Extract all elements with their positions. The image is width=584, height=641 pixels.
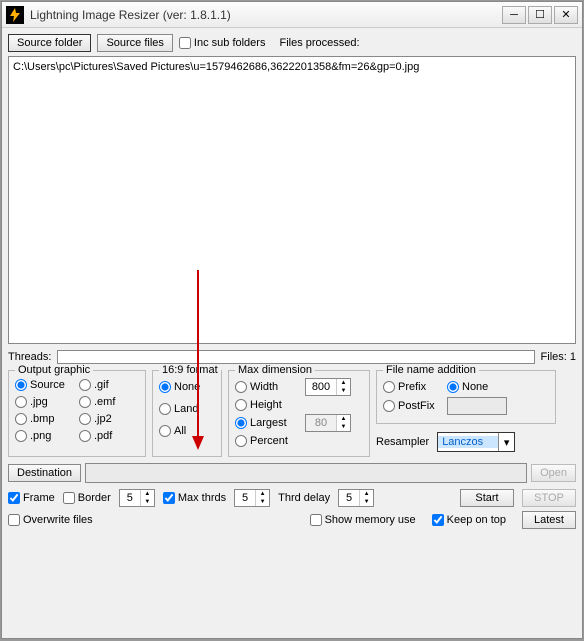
showmem-checkbox[interactable]: Show memory use	[310, 514, 416, 526]
maxdim-percent-radio[interactable]: Percent	[235, 435, 299, 447]
app-icon	[6, 6, 24, 24]
destination-input[interactable]	[85, 463, 527, 483]
file-list-item[interactable]: C:\Users\pc\Pictures\Saved Pictures\u=15…	[13, 61, 571, 73]
files-count-label: Files: 1	[541, 351, 576, 363]
format-none-radio[interactable]: None	[159, 381, 215, 393]
overwrite-checkbox[interactable]: Overwrite files	[8, 514, 93, 526]
output-jpg-radio[interactable]: .jpg	[15, 396, 75, 408]
maxdim-height-radio[interactable]: Height	[235, 399, 299, 411]
resampler-label: Resampler	[376, 436, 429, 448]
frame-val-spinner[interactable]: ▲▼	[119, 489, 155, 507]
app-window: Lightning Image Resizer (ver: 1.8.1.1) ─…	[1, 1, 583, 639]
maxthrds-spinner[interactable]: ▲▼	[234, 489, 270, 507]
source-folder-button[interactable]: Source folder	[8, 34, 91, 52]
border-checkbox[interactable]: Border	[63, 492, 111, 504]
output-jp2-radio[interactable]: .jp2	[79, 413, 129, 425]
maxdim-value2-spinner[interactable]: ▲▼	[305, 414, 351, 432]
file-list[interactable]: C:\Users\pc\Pictures\Saved Pictures\u=15…	[8, 56, 576, 344]
threads-progress	[57, 350, 534, 364]
start-button[interactable]: Start	[460, 489, 514, 507]
close-button[interactable]: ✕	[554, 6, 578, 24]
inc-sub-folders-checkbox[interactable]: Inc sub folders	[179, 37, 266, 49]
maxthrds-checkbox[interactable]: Max thrds	[163, 492, 226, 504]
maxdim-width-radio[interactable]: Width	[235, 381, 299, 393]
output-png-radio[interactable]: .png	[15, 430, 75, 442]
output-source-radio[interactable]: Source	[15, 379, 75, 391]
format-all-radio[interactable]: All	[159, 425, 215, 437]
format-land-radio[interactable]: Land	[159, 403, 215, 415]
threads-label: Threads:	[8, 351, 51, 363]
max-dimension-group: Max dimension Width ▲▼ Height Largest ▲▼…	[228, 370, 370, 457]
output-pdf-radio[interactable]: .pdf	[79, 430, 129, 442]
open-button[interactable]: Open	[531, 464, 576, 482]
output-bmp-radio[interactable]: .bmp	[15, 413, 75, 425]
maximize-button[interactable]: ☐	[528, 6, 552, 24]
source-files-button[interactable]: Source files	[97, 34, 172, 52]
output-graphic-group: Output graphic Source .gif .jpg .emf .bm…	[8, 370, 146, 457]
output-gif-radio[interactable]: .gif	[79, 379, 129, 391]
window-title: Lightning Image Resizer (ver: 1.8.1.1)	[30, 8, 502, 22]
thrddelay-spinner[interactable]: ▲▼	[338, 489, 374, 507]
filename-addition-group: File name addition Prefix None PostFix	[376, 370, 556, 424]
filename-prefix-radio[interactable]: Prefix	[383, 381, 441, 393]
titlebar: Lightning Image Resizer (ver: 1.8.1.1) ─…	[2, 2, 582, 28]
destination-button[interactable]: Destination	[8, 464, 81, 482]
filename-postfix-radio[interactable]: PostFix	[383, 400, 441, 412]
latest-button[interactable]: Latest	[522, 511, 576, 529]
keepontop-checkbox[interactable]: Keep on top	[432, 514, 506, 526]
filename-none-radio[interactable]: None	[447, 381, 488, 393]
output-emf-radio[interactable]: .emf	[79, 396, 129, 408]
minimize-button[interactable]: ─	[502, 6, 526, 24]
thrd-delay-label: Thrd delay	[278, 492, 330, 504]
chevron-down-icon: ▾	[498, 433, 514, 451]
frame-checkbox[interactable]: Frame	[8, 492, 55, 504]
filename-postfix-input[interactable]	[447, 397, 507, 415]
maxdim-largest-radio[interactable]: Largest	[235, 417, 299, 429]
maxdim-value1-spinner[interactable]: ▲▼	[305, 378, 351, 396]
resampler-combo[interactable]: Lanczos ▾	[437, 432, 515, 452]
files-processed-label: Files processed:	[279, 37, 359, 49]
stop-button[interactable]: STOP	[522, 489, 576, 507]
format-169-group: 16:9 format None Land All	[152, 370, 222, 457]
